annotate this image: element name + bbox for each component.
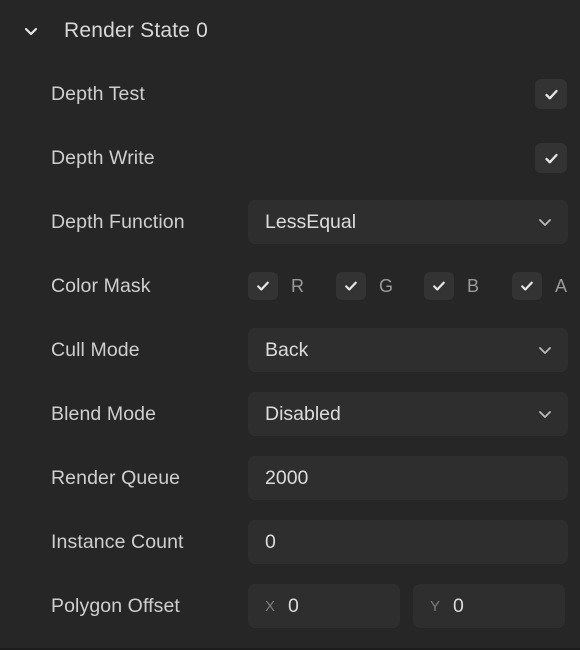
select-value: Disabled	[265, 402, 341, 425]
row-cull-mode: Cull Mode Back	[0, 318, 580, 382]
page-title: Render State 0	[64, 19, 209, 42]
row-label: Color Mask	[51, 274, 151, 297]
chevron-down-icon	[536, 341, 554, 359]
color-mask-channel-g[interactable]: G	[336, 272, 424, 300]
row-depth-test: Depth Test	[0, 62, 580, 126]
row-control	[248, 143, 580, 173]
color-mask-group: R G B A	[248, 272, 580, 300]
color-mask-a-checkbox[interactable]	[512, 272, 542, 300]
polygon-offset-group: X 0 Y 0	[248, 584, 565, 628]
render-queue-input[interactable]: 2000	[248, 456, 568, 500]
field-value: 0	[288, 594, 299, 617]
axis-label-y: Y	[430, 597, 441, 615]
render-state-panel: Render State 0 Depth Test Depth Write De…	[0, 0, 580, 650]
row-depth-function: Depth Function LessEqual	[0, 190, 580, 254]
row-color-mask: Color Mask R G B A	[0, 254, 580, 318]
row-label: Cull Mode	[51, 338, 140, 361]
row-control: Disabled	[248, 392, 580, 436]
color-mask-label: R	[291, 275, 304, 296]
depth-test-checkbox[interactable]	[535, 79, 567, 109]
field-value: 0	[265, 530, 276, 553]
row-label: Depth Test	[51, 82, 145, 105]
color-mask-channel-a[interactable]: A	[512, 272, 580, 300]
color-mask-b-checkbox[interactable]	[424, 272, 454, 300]
color-mask-label: A	[555, 275, 568, 296]
color-mask-label: G	[379, 275, 394, 296]
row-depth-write: Depth Write	[0, 126, 580, 190]
polygon-offset-x-input[interactable]: X 0	[248, 584, 400, 628]
row-control: X 0 Y 0	[248, 584, 580, 628]
row-instance-count: Instance Count 0	[0, 510, 580, 574]
depth-write-checkbox[interactable]	[535, 143, 567, 173]
select-value: LessEqual	[265, 210, 357, 233]
property-rows: Depth Test Depth Write Depth Function Le…	[0, 62, 580, 638]
row-label: Depth Function	[51, 210, 185, 233]
chevron-down-icon	[536, 405, 554, 423]
row-control	[248, 79, 580, 109]
field-value: 0	[453, 594, 464, 617]
axis-label-x: X	[265, 597, 276, 615]
cull-mode-select[interactable]: Back	[248, 328, 568, 372]
instance-count-input[interactable]: 0	[248, 520, 568, 564]
chevron-down-icon[interactable]	[20, 20, 42, 42]
row-label: Instance Count	[51, 530, 184, 553]
color-mask-channel-b[interactable]: B	[424, 272, 512, 300]
row-control: R G B A	[248, 272, 580, 300]
section-header-render-state[interactable]: Render State 0	[0, 0, 580, 62]
chevron-down-icon	[536, 213, 554, 231]
row-label: Polygon Offset	[51, 594, 180, 617]
row-label: Blend Mode	[51, 402, 157, 425]
row-blend-mode: Blend Mode Disabled	[0, 382, 580, 446]
field-value: 2000	[265, 466, 309, 489]
color-mask-r-checkbox[interactable]	[248, 272, 278, 300]
row-control: Back	[248, 328, 580, 372]
row-polygon-offset: Polygon Offset X 0 Y 0	[0, 574, 580, 638]
row-control: LessEqual	[248, 200, 580, 244]
row-control: 2000	[248, 456, 580, 500]
row-label: Depth Write	[51, 146, 155, 169]
polygon-offset-y-input[interactable]: Y 0	[413, 584, 565, 628]
color-mask-channel-r[interactable]: R	[248, 272, 336, 300]
select-value: Back	[265, 338, 309, 361]
color-mask-label: B	[467, 275, 480, 296]
depth-function-select[interactable]: LessEqual	[248, 200, 568, 244]
color-mask-g-checkbox[interactable]	[336, 272, 366, 300]
blend-mode-select[interactable]: Disabled	[248, 392, 568, 436]
row-label: Render Queue	[51, 466, 181, 489]
row-render-queue: Render Queue 2000	[0, 446, 580, 510]
row-control: 0	[248, 520, 580, 564]
